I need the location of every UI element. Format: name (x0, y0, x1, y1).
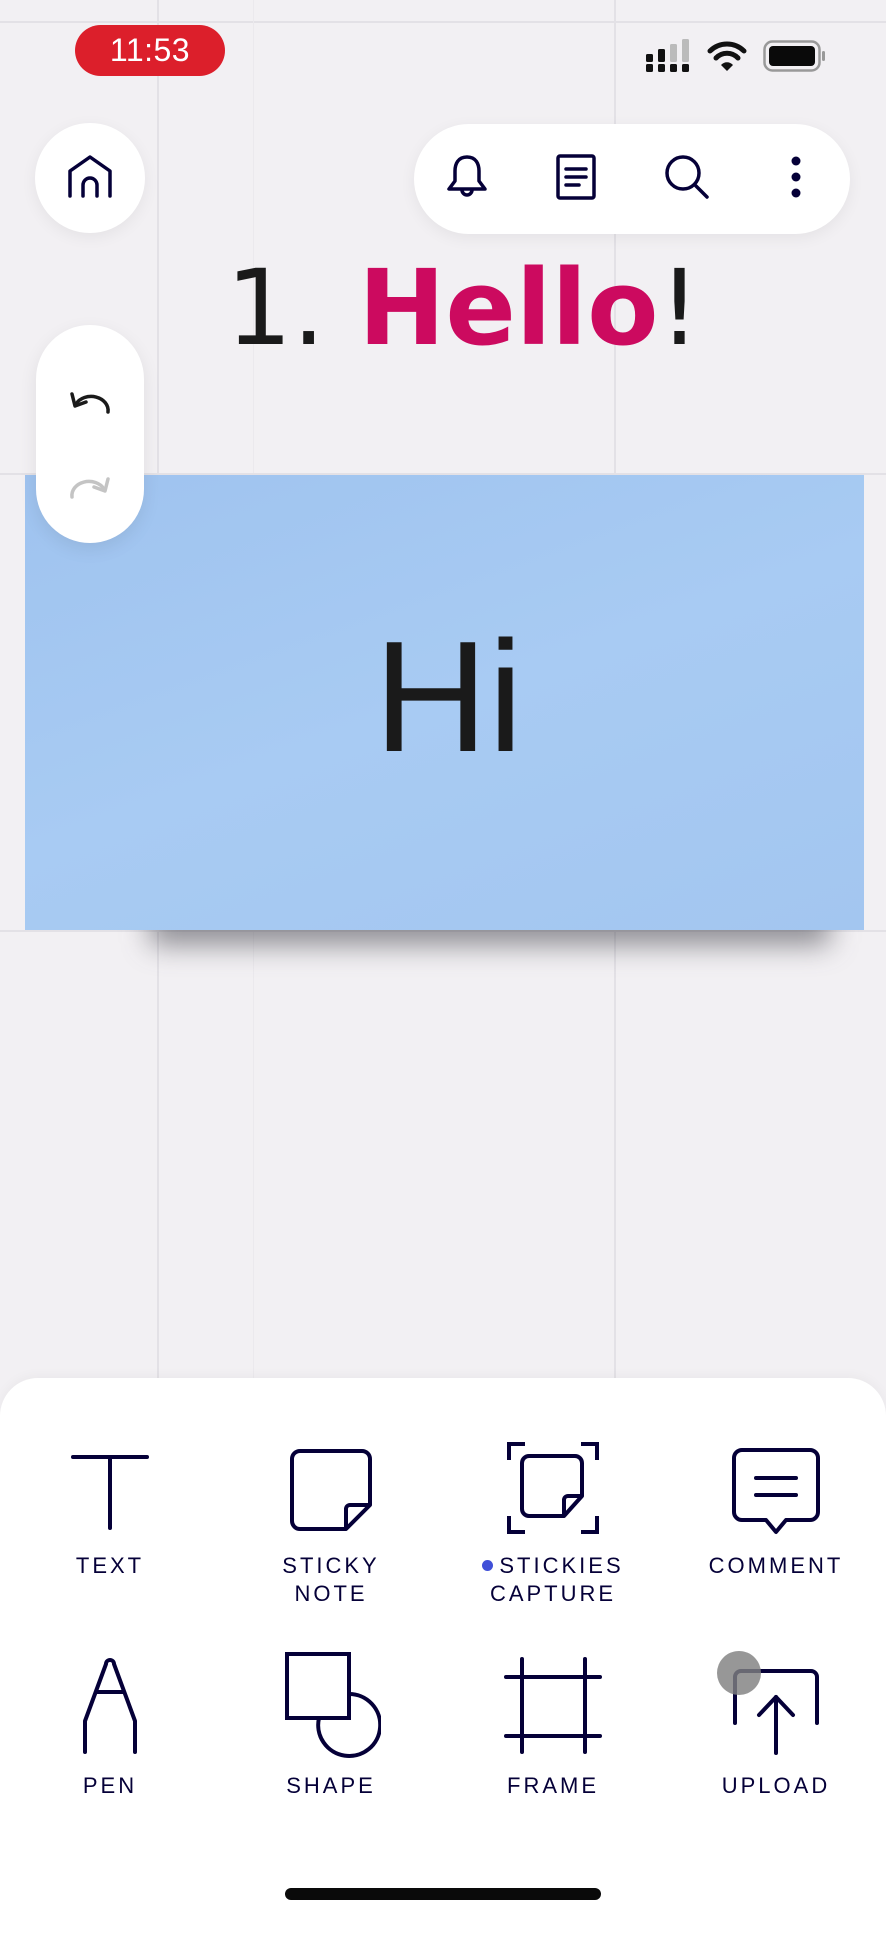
sticky-note-icon (281, 1435, 381, 1545)
shape-icon (281, 1650, 381, 1760)
grid-line (0, 21, 886, 23)
tool-label: UPLOAD (721, 1773, 831, 1798)
search-button[interactable] (662, 154, 712, 204)
wifi-icon (707, 40, 747, 77)
battery-icon (763, 39, 827, 77)
tool-label: SHAPE (286, 1773, 376, 1798)
pen-icon (60, 1650, 160, 1760)
search-icon (663, 153, 711, 206)
heading-suffix: ! (658, 247, 701, 369)
notifications-button[interactable] (442, 154, 492, 204)
history-controls (36, 325, 144, 543)
tool-shape[interactable]: SHAPE (231, 1650, 431, 1800)
board-heading[interactable]: 1. Hello! (226, 252, 700, 364)
tool-comment[interactable]: COMMENT (676, 1435, 876, 1610)
frame-icon (503, 1650, 603, 1760)
redo-button[interactable] (60, 460, 120, 520)
undo-icon (68, 388, 112, 423)
sticky-note[interactable]: Hi (25, 475, 864, 930)
tool-label: STICKIES (453, 1552, 653, 1580)
undo-button[interactable] (60, 375, 120, 435)
tool-upload[interactable]: UPLOAD (676, 1650, 876, 1800)
tool-label-line2: NOTE (294, 1581, 368, 1606)
status-icons (645, 38, 827, 78)
tool-label: FRAME (507, 1773, 599, 1798)
new-badge-dot (482, 1559, 494, 1571)
document-icon (555, 153, 597, 206)
home-button[interactable] (35, 123, 145, 233)
more-vertical-icon (789, 155, 803, 204)
touch-indicator (717, 1651, 761, 1695)
stickies-capture-icon (503, 1433, 603, 1543)
status-time: 11:53 (75, 25, 225, 76)
text-icon (60, 1435, 160, 1545)
tool-frame[interactable]: FRAME (453, 1650, 653, 1800)
tool-text[interactable]: TEXT (10, 1435, 210, 1610)
tool-label-line2: CAPTURE (489, 1581, 617, 1606)
board-info-button[interactable] (551, 153, 601, 206)
sticky-note-text: Hi (373, 609, 524, 785)
more-options-button[interactable] (771, 154, 821, 204)
heading-number: 1. (226, 247, 359, 369)
tool-label: COMMENT (708, 1553, 844, 1578)
home-icon (67, 154, 113, 203)
tool-label: STICKY (282, 1553, 380, 1578)
tool-label: TEXT (75, 1553, 145, 1578)
tool-label: PEN (82, 1773, 138, 1798)
tool-label-text: STICKIES (499, 1553, 624, 1578)
home-indicator[interactable] (285, 1888, 601, 1900)
heading-highlight: Hello (358, 247, 659, 369)
tool-sticky-note[interactable]: STICKY NOTE (231, 1435, 431, 1610)
status-time-text: 11:53 (109, 32, 191, 68)
tool-pen[interactable]: PEN (10, 1650, 210, 1800)
redo-icon (68, 473, 112, 508)
tool-stickies-capture[interactable]: STICKIES CAPTURE (453, 1435, 653, 1610)
bell-icon (445, 153, 489, 206)
cellular-signal-icon (645, 38, 691, 78)
comment-icon (726, 1435, 826, 1545)
top-toolbar (414, 124, 850, 234)
